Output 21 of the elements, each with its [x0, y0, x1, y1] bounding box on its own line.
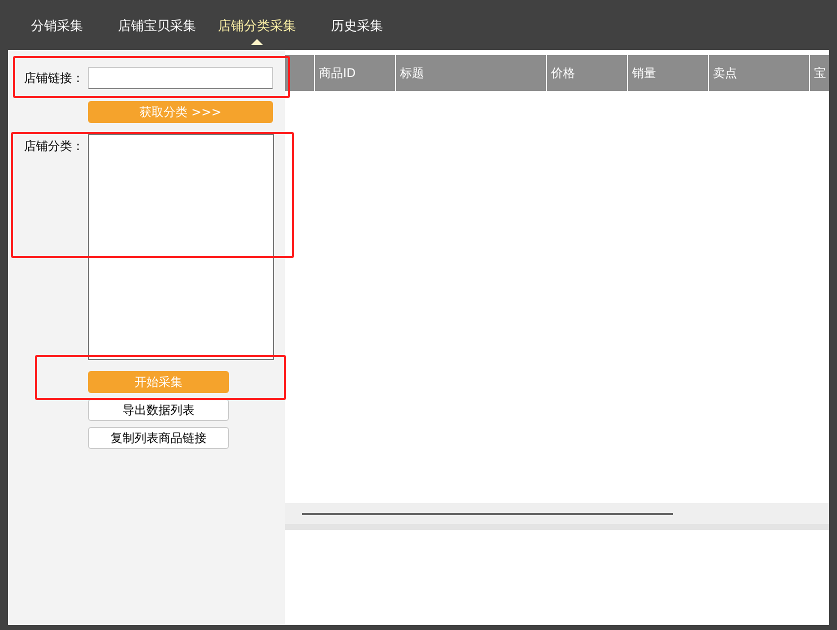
action-button[interactable]: 开始采集	[88, 371, 229, 393]
tab[interactable]: 分销采集	[7, 0, 107, 50]
column-header[interactable]: 卖点	[709, 55, 809, 91]
field-label: 店铺链接：	[24, 70, 85, 87]
category-list[interactable]	[88, 134, 274, 360]
shop-link-field[interactable]	[88, 67, 273, 89]
horizontal-scrollbar[interactable]	[285, 503, 829, 524]
fetch-categories-button[interactable]: 获取分类 >>>	[88, 101, 273, 123]
tab[interactable]: 店铺分类采集	[207, 0, 307, 50]
action-button[interactable]: 导出数据列表	[88, 399, 229, 421]
column-header[interactable]: 价格	[547, 55, 627, 91]
header-cell[interactable]	[285, 55, 314, 91]
column-header[interactable]: 商品ID	[315, 55, 395, 91]
tab[interactable]: 店铺宝贝采集	[107, 0, 207, 50]
column-header[interactable]: 标题	[396, 55, 546, 91]
tab[interactable]: 历史采集	[307, 0, 407, 50]
column-header[interactable]: 销量	[628, 55, 708, 91]
column-header[interactable]: 宝	[810, 55, 829, 91]
field-label: 店铺分类：	[24, 138, 85, 155]
caret-icon	[251, 39, 263, 45]
action-button[interactable]: 复制列表商品链接	[88, 427, 229, 449]
